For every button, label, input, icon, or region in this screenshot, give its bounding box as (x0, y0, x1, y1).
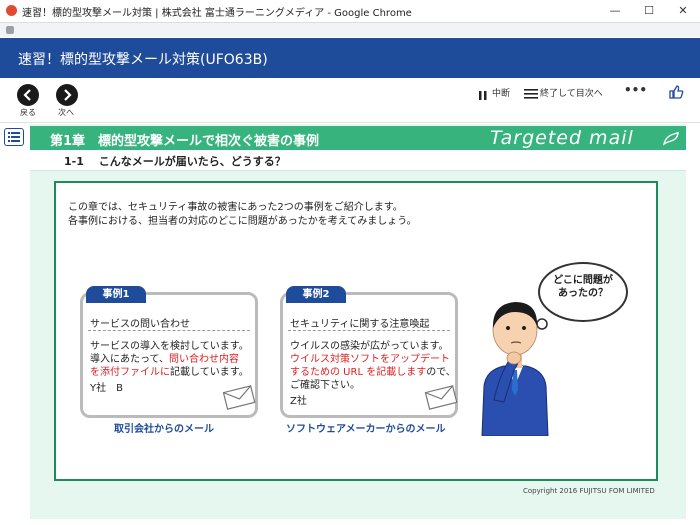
course-title: 速習！標的型攻撃メール対策(UFO63B) (18, 52, 268, 68)
exit-to-toc-label[interactable]: 終了して目次へ (540, 86, 603, 99)
address-bar[interactable] (0, 23, 700, 37)
pause-icon (479, 91, 487, 100)
close-button[interactable]: ✕ (666, 0, 700, 22)
brand-logo-text: Targeted mail (490, 127, 634, 149)
minimize-button[interactable]: — (598, 0, 632, 22)
window-title: 速習！標的型攻撃メール対策 | 株式会社 富士通ラーニングメディア - Goog… (22, 8, 412, 19)
case-2-divider (288, 330, 450, 331)
chapter-title: 第1章 標的型攻撃メールで相次ぐ被害の事例 (50, 134, 320, 149)
toc-menu-button[interactable] (4, 128, 24, 146)
case-2-tab: 事例2 (286, 286, 346, 303)
lock-icon (6, 26, 14, 34)
menu-list-icon (8, 132, 20, 142)
like-button[interactable] (668, 84, 684, 100)
chrome-app-icon (6, 5, 17, 16)
case-1-caption: 取引会社からのメール (114, 424, 214, 435)
pause-label[interactable]: 中断 (492, 86, 510, 99)
chevron-left-icon (23, 89, 31, 101)
pause-button[interactable] (478, 86, 488, 100)
back-button[interactable] (17, 84, 39, 106)
envelope-icon (424, 385, 458, 410)
intro-line-2: 各事例における、担当者の対応のどこに問題があったかを考えてみましょう。 (68, 216, 417, 227)
maximize-button[interactable]: ☐ (632, 0, 666, 22)
case-1-divider (88, 330, 250, 331)
case-1-sender: Y社 B (90, 383, 123, 394)
intro-line-1: この章では、セキュリティ事故の被害にあった2つの事例をご紹介します。 (68, 202, 403, 213)
section-bar: 1-1 こんなメールが届いたら、どうする？ (30, 150, 686, 171)
window-title-bar: 速習！標的型攻撃メール対策 | 株式会社 富士通ラーニングメディア - Goog… (0, 0, 700, 23)
back-label: 戻る (20, 108, 36, 117)
case-1-tab: 事例1 (86, 286, 146, 303)
copyright-notice: Copyright 2016 FUJITSU FOM LIMITED (523, 487, 655, 495)
list-icon (524, 89, 538, 99)
course-header: 速習！標的型攻撃メール対策(UFO63B) (0, 38, 700, 78)
more-options-button[interactable]: ••• (624, 83, 647, 97)
thinking-businessman-illustration (481, 302, 549, 436)
case-1-body-line-3: を添付ファイルに記載しています。 (90, 367, 249, 378)
next-button[interactable] (56, 84, 78, 106)
player-toolbar: 戻る 次へ 中断 終了して目次へ ••• (0, 78, 700, 123)
case-2-body-line-4: ご確認下さい。 (290, 380, 360, 391)
chapter-bar: 第1章 標的型攻撃メールで相次ぐ被害の事例 Targeted mail (30, 126, 686, 150)
envelope-icon (222, 385, 256, 410)
next-label: 次へ (58, 108, 74, 117)
case-2-subject: セキュリティに関する注意喚起 (290, 319, 430, 330)
section-title: 1-1 こんなメールが届いたら、どうする？ (64, 155, 286, 168)
case-1-subject: サービスの問い合わせ (90, 319, 190, 330)
leaf-icon (662, 131, 679, 146)
exit-to-toc-button[interactable] (524, 85, 538, 99)
case-2-sender: Z社 (290, 396, 307, 407)
chevron-right-icon (64, 89, 72, 101)
case-2-caption: ソフトウェアメーカーからのメール (286, 424, 446, 435)
thumbs-up-icon (669, 85, 684, 99)
